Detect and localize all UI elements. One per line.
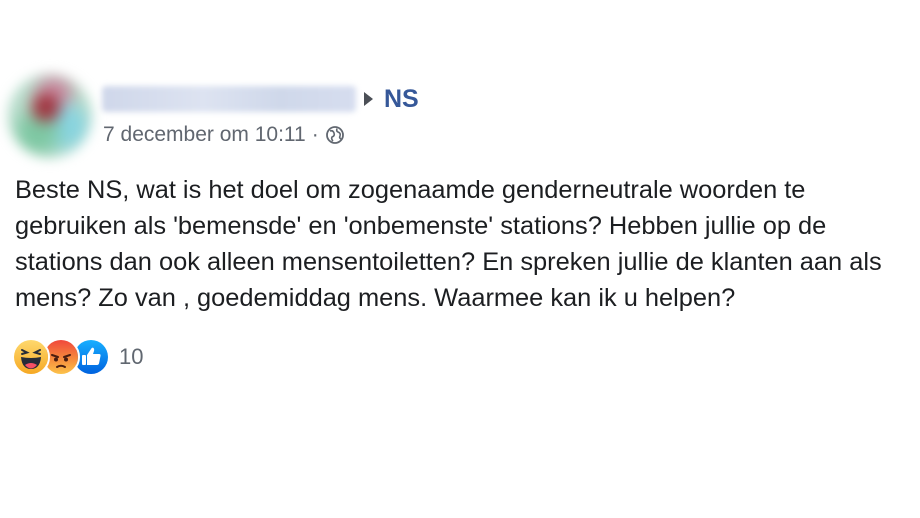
page-name-link[interactable]: NS	[384, 84, 419, 114]
shared-to-arrow-icon	[364, 92, 373, 106]
reaction-count[interactable]: 10	[119, 340, 143, 374]
post-meta: 7 december om 10:11 ·	[103, 122, 345, 148]
reactions-bar[interactable]: 10	[12, 338, 143, 376]
post-timestamp[interactable]: 7 december om 10:11	[103, 122, 306, 148]
meta-separator: ·	[311, 123, 319, 146]
facebook-post: NS 7 december om 10:11 · Beste NS, wat i…	[0, 0, 920, 518]
haha-icon[interactable]	[12, 338, 50, 376]
globe-icon[interactable]	[325, 125, 345, 145]
author-avatar[interactable]	[8, 74, 92, 158]
author-name-redacted[interactable]	[102, 86, 356, 112]
post-body-text: Beste NS, wat is het doel om zogenaamde …	[15, 176, 882, 312]
